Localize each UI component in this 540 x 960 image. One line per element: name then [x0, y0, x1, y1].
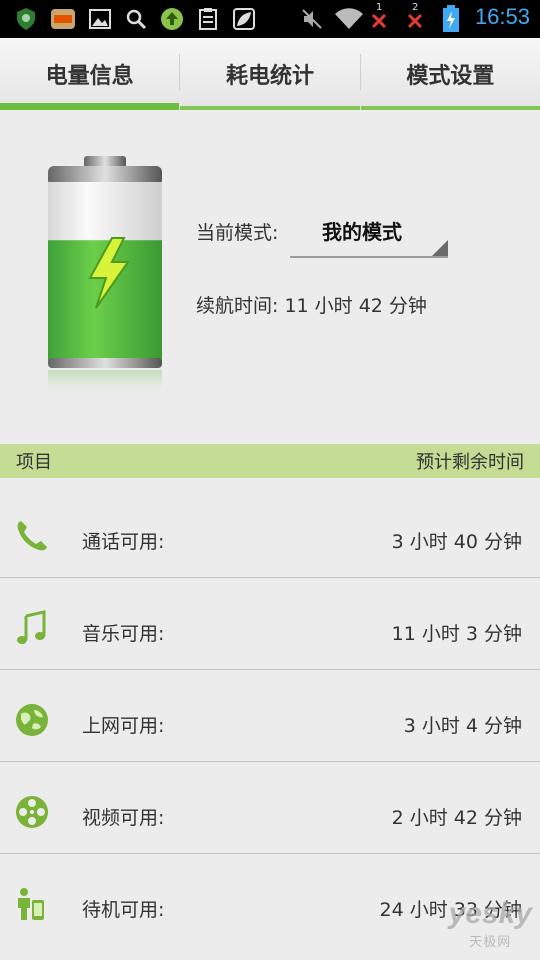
list-item-value: 11 小时 3 分钟: [391, 623, 522, 645]
list-item-label: 待机可用:: [82, 899, 165, 921]
image-icon: [89, 9, 111, 29]
wifi-icon: [335, 8, 363, 30]
list-item-value: 3 小时 40 分钟: [391, 531, 522, 553]
signal-2-icon: [407, 13, 423, 29]
signal-1-icon: [371, 13, 387, 29]
standby-person-icon: [18, 888, 44, 920]
shield-app-icon: [17, 8, 35, 30]
list-item-label: 音乐可用:: [82, 623, 165, 645]
mode-dropdown-value: 我的模式: [322, 220, 402, 244]
battery-info-panel: 当前模式: 我的模式 续航时间: 11 小时 42 分钟: [0, 110, 540, 444]
list-item-label: 通话可用:: [82, 531, 165, 553]
list-item-value: 2 小时 42 分钟: [391, 807, 522, 829]
battery-graphic: [48, 156, 162, 398]
clock: 16:53: [474, 4, 530, 29]
list-item-label: 视频可用:: [82, 807, 165, 829]
list-item-call[interactable]: 通话可用: 3 小时 40 分钟: [0, 486, 540, 578]
list-header-item: 项目: [16, 452, 52, 473]
mute-icon: [302, 9, 322, 29]
list-item-music[interactable]: 音乐可用: 11 小时 3 分钟: [0, 578, 540, 670]
clipboard-icon: [199, 8, 217, 30]
mode-dropdown[interactable]: 我的模式: [290, 208, 448, 258]
list-item-internet[interactable]: 上网可用: 3 小时 4 分钟: [0, 670, 540, 762]
dropdown-caret-icon: [432, 240, 448, 256]
leaf-icon: [233, 8, 255, 30]
film-reel-icon: [16, 796, 48, 828]
tab-mode-settings[interactable]: 模式设置: [360, 38, 540, 110]
game-app-icon: [51, 9, 75, 29]
list-header: 项目 预计剩余时间: [0, 444, 540, 478]
tab-power-stats[interactable]: 耗电统计: [180, 38, 360, 110]
phone-icon: [17, 521, 47, 551]
upload-icon: [161, 8, 183, 30]
tab-power-info[interactable]: 电量信息: [0, 38, 180, 110]
current-mode-label: 当前模式:: [196, 222, 279, 244]
watermark: yesky 天极网: [449, 897, 532, 950]
tab-bar: 电量信息 耗电统计 模式设置: [0, 38, 540, 110]
watermark-logo: yesky: [448, 897, 532, 930]
search-icon: [126, 9, 147, 30]
music-note-icon: [17, 610, 46, 644]
runtime-text: 续航时间: 11 小时 42 分钟: [196, 295, 427, 317]
list-item-video[interactable]: 视频可用: 2 小时 42 分钟: [0, 762, 540, 854]
battery-charging-icon: [443, 5, 459, 32]
list-item-value: 3 小时 4 分钟: [403, 715, 522, 737]
list-header-remaining: 预计剩余时间: [416, 452, 524, 473]
status-bar: 1 2 16:53: [0, 0, 540, 38]
list-item-label: 上网可用:: [82, 715, 165, 737]
globe-icon: [16, 704, 48, 736]
watermark-subtitle: 天极网: [469, 935, 512, 950]
